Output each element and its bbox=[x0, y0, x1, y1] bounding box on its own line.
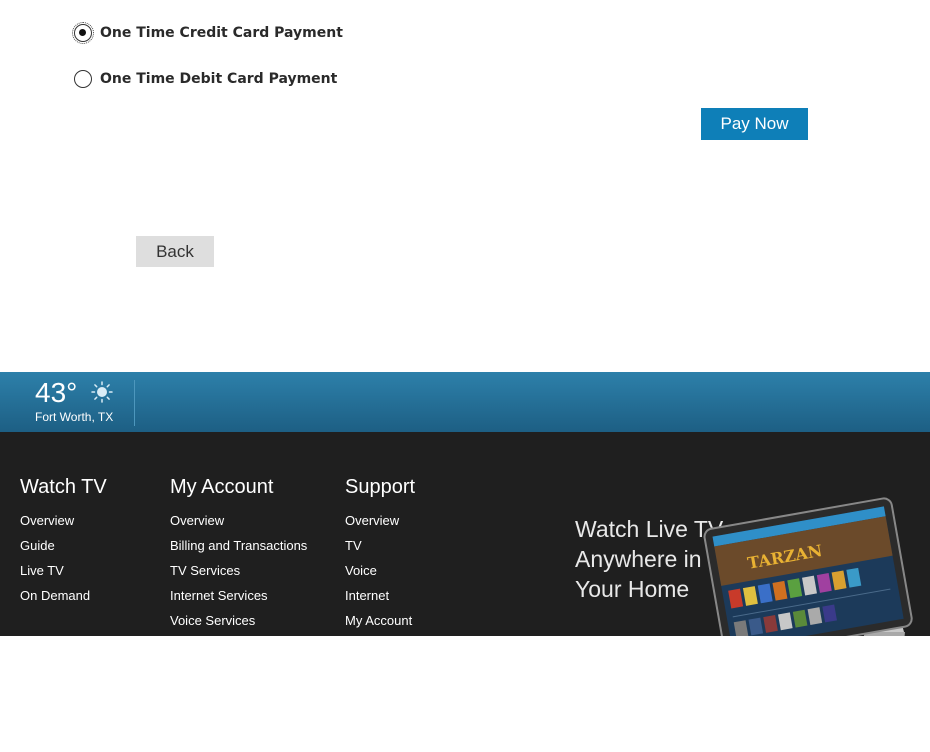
debit-card-label: One Time Debit Card Payment bbox=[100, 71, 338, 87]
footer-link-support-tv[interactable]: TV bbox=[345, 538, 415, 563]
debit-card-radio[interactable] bbox=[74, 70, 92, 88]
pay-now-button[interactable]: Pay Now bbox=[701, 108, 808, 140]
footer-link-support-my-account[interactable]: My Account bbox=[345, 613, 415, 636]
footer-link-on-demand[interactable]: On Demand bbox=[20, 588, 107, 613]
footer-column-title: Watch TV bbox=[20, 476, 107, 498]
weather-temperature: 43° bbox=[35, 377, 78, 408]
footer-link-account-overview[interactable]: Overview bbox=[170, 513, 307, 538]
weather-bar: 43° Fort Worth, TX bbox=[0, 372, 930, 432]
weather-divider bbox=[134, 380, 135, 426]
credit-card-label: One Time Credit Card Payment bbox=[100, 25, 343, 41]
footer-column-my-account: My Account Overview Billing and Transact… bbox=[170, 476, 307, 636]
site-footer: Watch TV Overview Guide Live TV On Deman… bbox=[0, 432, 930, 636]
footer-link-tv-services[interactable]: TV Services bbox=[170, 563, 307, 588]
footer-link-support-internet[interactable]: Internet bbox=[345, 588, 415, 613]
footer-column-title: Support bbox=[345, 476, 416, 498]
footer-link-watch-tv-overview[interactable]: Overview bbox=[20, 513, 107, 538]
debit-card-option[interactable]: One Time Debit Card Payment bbox=[74, 70, 337, 88]
sun-icon bbox=[91, 381, 113, 403]
footer-link-support-voice[interactable]: Voice bbox=[345, 563, 415, 588]
footer-column-watch-tv: Watch TV Overview Guide Live TV On Deman… bbox=[20, 476, 107, 613]
footer-column-support: Support Overview TV Voice Internet My Ac… bbox=[345, 476, 415, 636]
footer-link-billing[interactable]: Billing and Transactions bbox=[170, 538, 307, 563]
footer-link-guide[interactable]: Guide bbox=[20, 538, 107, 563]
weather-location: Fort Worth, TX bbox=[35, 410, 114, 424]
footer-link-live-tv[interactable]: Live TV bbox=[20, 563, 107, 588]
footer-link-support-overview[interactable]: Overview bbox=[345, 513, 415, 538]
footer-link-internet-services[interactable]: Internet Services bbox=[170, 588, 307, 613]
tablet-promo-image[interactable]: TARZAN bbox=[690, 492, 920, 636]
credit-card-option[interactable]: One Time Credit Card Payment bbox=[72, 22, 343, 44]
back-button[interactable]: Back bbox=[136, 236, 214, 267]
footer-column-title: My Account bbox=[170, 476, 274, 498]
footer-link-voice-services[interactable]: Voice Services bbox=[170, 613, 307, 636]
credit-card-radio[interactable] bbox=[72, 22, 94, 44]
